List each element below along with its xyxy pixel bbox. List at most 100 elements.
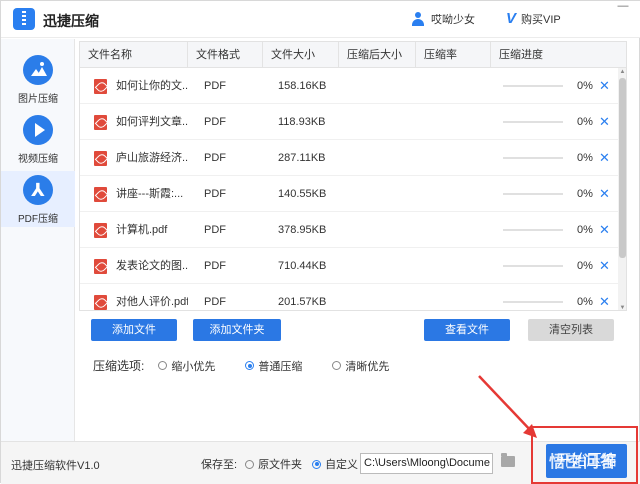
file-size: 140.55KB [278, 188, 327, 200]
table-row[interactable]: 如何评判文章... PDF 118.93KB 0% ✕ [80, 104, 626, 140]
file-name: 如何让你的文... [116, 80, 188, 92]
minimize-button[interactable]: — [605, 1, 640, 15]
option-label: 清晰优先 [345, 360, 390, 373]
remove-file-icon[interactable]: ✕ [599, 140, 610, 176]
table-scrollbar[interactable]: ▲ ▼ [618, 68, 626, 310]
compressed-size [348, 284, 408, 310]
compression-options-label: 压缩选项: [93, 359, 145, 373]
remove-file-icon[interactable]: ✕ [599, 68, 610, 104]
file-name: 计算机.pdf [116, 224, 168, 236]
compressed-size [348, 212, 408, 248]
progress-text: 0% [577, 188, 593, 200]
play-icon [23, 115, 53, 145]
progress-bar [503, 265, 563, 267]
file-format: PDF [204, 152, 226, 164]
file-name: 发表论文的图... [116, 260, 188, 272]
radio-button[interactable] [158, 361, 168, 370]
remove-file-icon[interactable]: ✕ [599, 104, 610, 140]
zip-logo-icon [13, 8, 35, 30]
file-size: 710.44KB [278, 260, 327, 272]
table-row[interactable]: 发表论文的图... PDF 710.44KB 0% ✕ [80, 248, 626, 284]
save-path-field[interactable]: C:\Users\Mloong\Docume [360, 453, 493, 474]
progress-bar [503, 121, 563, 123]
compressed-size [348, 68, 408, 104]
folder-icon[interactable] [501, 453, 515, 467]
pdf-icon: ⅄ [23, 175, 53, 205]
sidebar-item-pdf-compress[interactable]: ⅄ PDF压缩 [1, 171, 75, 227]
remove-file-icon[interactable]: ✕ [599, 176, 610, 212]
remove-file-icon[interactable]: ✕ [599, 212, 610, 248]
buy-vip-label: 购买VIP [521, 14, 561, 26]
table-row[interactable]: 对他人评价.pdf PDF 201.57KB 0% ✕ [80, 284, 626, 310]
table-row[interactable]: 计算机.pdf PDF 378.95KB 0% ✕ [80, 212, 626, 248]
column-header-ratio: 压缩率 [416, 42, 491, 68]
table-row[interactable]: 庐山旅游经济... PDF 287.11KB 0% ✕ [80, 140, 626, 176]
column-header-size: 文件大小 [263, 42, 339, 68]
radio-button[interactable] [245, 361, 255, 370]
compression-options: 压缩选项: 缩小优先 普通压缩 清晰优先 [93, 357, 419, 374]
scroll-up-icon[interactable]: ▲ [619, 68, 626, 76]
sidebar-item-image-compress[interactable]: 图片压缩 [1, 55, 75, 105]
option-clarity[interactable]: 清晰优先 [332, 358, 389, 374]
scroll-thumb[interactable] [619, 78, 626, 258]
progress-text: 0% [577, 224, 593, 236]
radio-button[interactable] [245, 459, 255, 469]
sidebar-item-video-compress[interactable]: 视频压缩 [1, 115, 75, 165]
table-row[interactable]: 讲座---斯霞:... PDF 140.55KB 0% ✕ [80, 176, 626, 212]
pdf-file-icon [94, 295, 107, 310]
option-normal[interactable]: 普通压缩 [245, 358, 302, 374]
file-format: PDF [204, 80, 226, 92]
file-name: 讲座---斯霞:... [116, 188, 184, 200]
progress-bar [503, 301, 563, 303]
file-size: 378.95KB [278, 224, 327, 236]
save-original-folder[interactable]: 原文件夹 [245, 456, 302, 472]
pdf-file-icon [94, 151, 107, 166]
compressed-size [348, 140, 408, 176]
compression-ratio [425, 104, 485, 140]
file-name: 对他人评价.pdf [116, 296, 188, 308]
progress-bar [503, 157, 563, 159]
file-name: 庐山旅游经济... [116, 152, 188, 164]
sidebar: 图片压缩 视频压缩 ⅄ PDF压缩 [1, 39, 75, 441]
pdf-file-icon [94, 187, 107, 202]
option-label: 原文件夹 [258, 459, 303, 471]
remove-file-icon[interactable]: ✕ [599, 284, 610, 310]
buy-vip-button[interactable]: V 购买VIP [506, 11, 561, 27]
scroll-down-icon[interactable]: ▼ [619, 304, 626, 310]
file-size: 118.93KB [278, 116, 326, 128]
vip-icon: V [506, 10, 517, 27]
add-folder-button[interactable]: 添加文件夹 [193, 319, 281, 341]
file-size: 201.57KB [278, 296, 327, 308]
app-title: 迅捷压缩 [43, 13, 99, 29]
sidebar-item-label: PDF压缩 [18, 214, 58, 225]
column-header-progress: 压缩进度 [499, 49, 543, 61]
radio-button[interactable] [312, 459, 322, 469]
compression-ratio [425, 212, 485, 248]
file-size: 287.11KB [278, 152, 326, 164]
version-label: 迅捷压缩软件V1.0 [11, 460, 100, 472]
compression-ratio [425, 176, 485, 212]
save-custom[interactable]: 自定义 [312, 456, 358, 472]
table-row[interactable]: 如何让你的文... PDF 158.16KB 0% ✕ [80, 68, 626, 104]
view-file-button[interactable]: 查看文件 [424, 319, 510, 341]
pdf-file-icon [94, 223, 107, 238]
user-account[interactable]: 哎呦少女 [411, 11, 475, 27]
option-label: 自定义 [325, 459, 359, 471]
table-header: 文件名称 文件格式 文件大小 压缩后大小 压缩率 压缩进度 [80, 42, 626, 68]
file-format: PDF [204, 188, 226, 200]
file-format: PDF [204, 116, 226, 128]
progress-text: 0% [577, 260, 593, 272]
remove-file-icon[interactable]: ✕ [599, 248, 610, 284]
clear-list-button[interactable]: 清空列表 [528, 319, 614, 341]
add-file-button[interactable]: 添加文件 [91, 319, 177, 341]
file-table: 文件名称 文件格式 文件大小 压缩后大小 压缩率 压缩进度 如何让你的文... P… [79, 41, 627, 311]
pdf-file-icon [94, 259, 107, 274]
option-smallest[interactable]: 缩小优先 [158, 358, 215, 374]
file-name: 如何评判文章... [116, 116, 188, 128]
title-bar: 迅捷压缩 哎呦少女 V 购买VIP — [1, 1, 640, 38]
progress-text: 0% [577, 296, 593, 308]
sidebar-item-label: 图片压缩 [18, 94, 58, 105]
app-window: 迅捷压缩 哎呦少女 V 购买VIP — 图片压缩 视频压缩 ⅄ PDF压缩 文件… [0, 0, 640, 484]
radio-button[interactable] [332, 361, 342, 370]
option-label: 普通压缩 [258, 360, 303, 373]
